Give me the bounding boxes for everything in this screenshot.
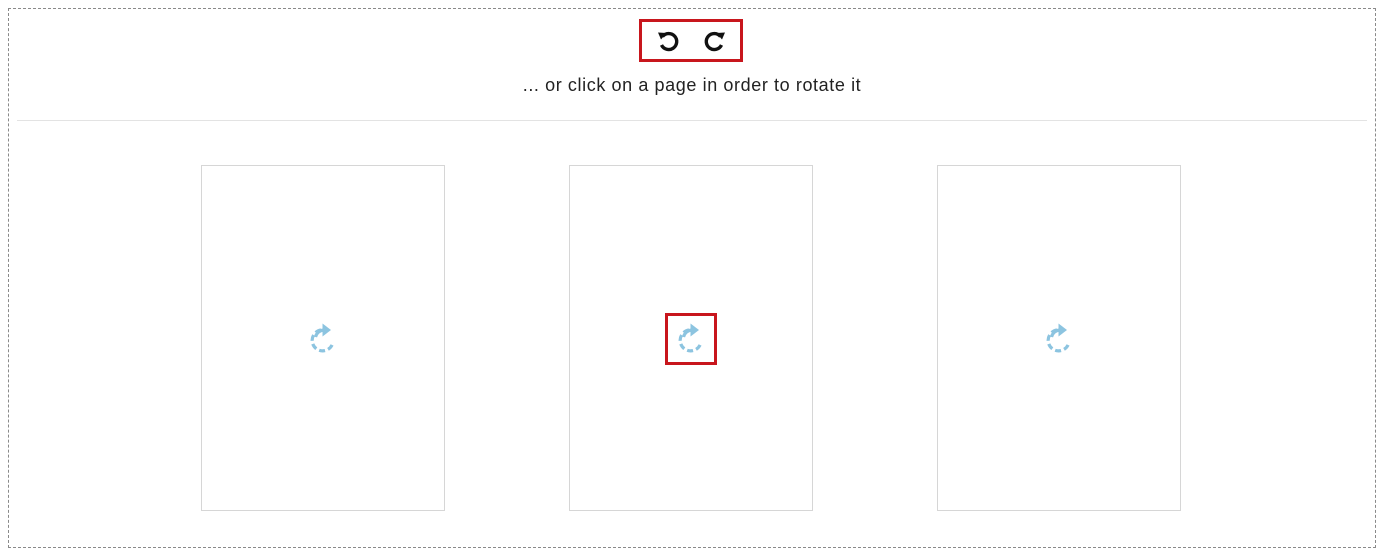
- rotate-clockwise-icon: [704, 31, 725, 51]
- page-thumbnail-2[interactable]: [569, 165, 813, 511]
- divider: [17, 120, 1367, 121]
- rotate-toolbar: ... or click on a page in order to rotat…: [9, 9, 1375, 121]
- page-thumbnail-1[interactable]: [201, 165, 445, 511]
- rotate-page-icon[interactable]: [304, 320, 342, 358]
- rotate-counterclockwise-icon: [657, 31, 678, 51]
- rotate-page-icon[interactable]: [665, 313, 717, 365]
- page-thumbnail-3[interactable]: [937, 165, 1181, 511]
- rotate-right-button[interactable]: [696, 24, 732, 58]
- rotate-all-controls: [639, 19, 743, 62]
- rotate-hint-text: ... or click on a page in order to rotat…: [522, 75, 862, 95]
- rotate-page-icon[interactable]: [1040, 320, 1078, 358]
- rotate-workspace: ... or click on a page in order to rotat…: [8, 8, 1376, 548]
- rotate-left-button[interactable]: [651, 24, 687, 58]
